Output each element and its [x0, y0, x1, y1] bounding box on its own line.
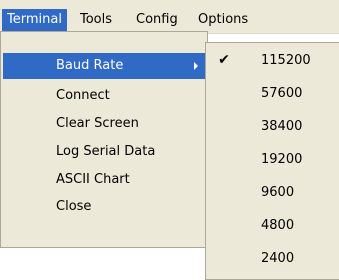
baud-option-label: 4800 [261, 218, 295, 233]
menu-item-ascii-chart[interactable]: ASCII Chart [3, 167, 205, 193]
baud-option-9600[interactable]: 9600 [208, 177, 338, 208]
baud-option-115200[interactable]: ✔ 115200 [208, 45, 338, 76]
menu-item-log-serial-data[interactable]: Log Serial Data [3, 139, 205, 165]
menu-config[interactable]: Config [131, 9, 183, 31]
baud-option-19200[interactable]: 19200 [208, 144, 338, 175]
menu-item-label: Connect [56, 88, 110, 103]
menu-item-label: Baud Rate [56, 58, 124, 73]
baud-rate-submenu: ✔ 115200 57600 38400 19200 9600 4800 240… [205, 42, 339, 280]
menu-item-label: Log Serial Data [56, 144, 156, 159]
baud-option-4800[interactable]: 4800 [208, 210, 338, 241]
menu-item-clear-screen[interactable]: Clear Screen [3, 111, 205, 137]
baud-option-label: 115200 [261, 53, 311, 68]
terminal-dropdown-menu: Baud Rate Connect Clear Screen Log Seria… [0, 31, 208, 248]
baud-option-57600[interactable]: 57600 [208, 78, 338, 109]
menu-item-label: Clear Screen [56, 116, 139, 131]
menu-item-label: ASCII Chart [56, 172, 130, 187]
baud-option-label: 38400 [261, 119, 303, 134]
checkmark-icon: ✔ [218, 52, 230, 68]
menu-item-connect[interactable]: Connect [3, 83, 205, 109]
baud-option-label: 57600 [261, 86, 303, 101]
menu-item-baud-rate[interactable]: Baud Rate [3, 53, 205, 79]
baud-option-2400[interactable]: 2400 [208, 243, 338, 274]
baud-option-label: 19200 [261, 152, 303, 167]
screen: Terminal Tools Config Options Baud Rate … [0, 0, 339, 280]
menu-item-label: Close [56, 199, 92, 214]
menu-options[interactable]: Options [193, 9, 253, 31]
baud-option-label: 9600 [261, 185, 295, 200]
baud-option-label: 2400 [261, 251, 295, 266]
menu-terminal[interactable]: Terminal [2, 9, 67, 31]
menu-item-close[interactable]: Close [3, 194, 205, 220]
submenu-arrow-icon [194, 62, 198, 70]
menu-bar: Terminal Tools Config Options [0, 0, 339, 34]
baud-option-38400[interactable]: 38400 [208, 111, 338, 142]
menu-tools[interactable]: Tools [75, 9, 117, 31]
